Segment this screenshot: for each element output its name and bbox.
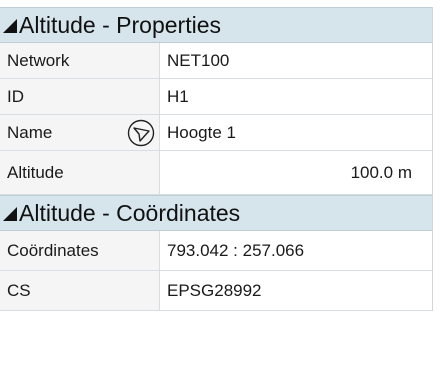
property-grid: Altitude - Properties Network NET100 ID … (0, 7, 433, 311)
property-value-name[interactable]: Hoogte 1 (160, 115, 432, 150)
property-label: ID (0, 79, 160, 114)
property-row-name: Name Hoogte 1 (0, 115, 432, 151)
property-value-altitude[interactable]: 100.0 m (160, 151, 432, 194)
property-label-cell: Name (0, 115, 160, 150)
property-value-id[interactable]: H1 (160, 79, 432, 114)
navigation-arrow-icon[interactable] (127, 119, 155, 147)
property-value-cs[interactable]: EPSG28992 (160, 271, 432, 310)
property-row-altitude: Altitude 100.0 m (0, 151, 432, 195)
property-label: CS (0, 271, 160, 310)
property-row-network: Network NET100 (0, 43, 432, 79)
property-value-coordinates[interactable]: 793.042 : 257.066 (160, 231, 432, 270)
collapse-triangle-icon[interactable] (3, 207, 17, 221)
property-value-network[interactable]: NET100 (160, 43, 432, 78)
property-label: Name (7, 122, 53, 142)
property-row-id: ID H1 (0, 79, 432, 115)
property-label: Coördinates (0, 231, 160, 270)
property-row-cs: CS EPSG28992 (0, 271, 432, 311)
property-label: Network (0, 43, 160, 78)
property-row-coordinates: Coördinates 793.042 : 257.066 (0, 231, 432, 271)
section-title: Altitude - Properties (19, 11, 221, 38)
collapse-triangle-icon[interactable] (3, 19, 17, 33)
section-header-coordinates[interactable]: Altitude - Coördinates (0, 195, 432, 231)
section-title: Altitude - Coördinates (19, 199, 241, 226)
section-header-properties[interactable]: Altitude - Properties (0, 7, 432, 43)
property-label: Altitude (0, 151, 160, 194)
